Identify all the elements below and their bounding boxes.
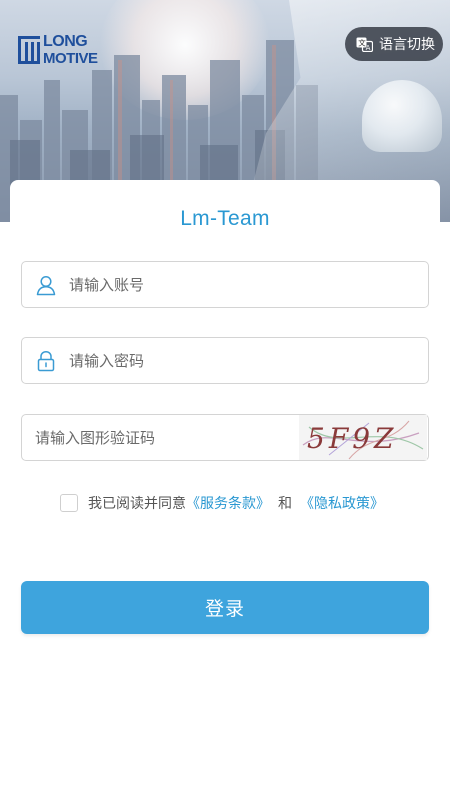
captcha-field: 5F9Z — [21, 414, 429, 461]
agreement-row: 我已阅读并同意 《服务条款》 和 《隐私政策》 — [60, 493, 384, 513]
agreement-connector: 和 — [278, 496, 292, 512]
language-switch-button[interactable]: 文 A 语言切换 — [345, 27, 443, 61]
account-field — [21, 261, 429, 308]
agreement-checkbox[interactable] — [60, 494, 78, 512]
logo-text-line1: LONG — [43, 33, 88, 50]
password-field — [21, 337, 429, 384]
lock-icon — [37, 350, 55, 371]
logo-mark-icon — [18, 36, 40, 64]
account-input[interactable] — [69, 262, 428, 307]
captcha-code: 5F9Z — [307, 422, 398, 455]
terms-of-service-link[interactable]: 《服务条款》 — [186, 493, 270, 513]
login-button[interactable]: 登录 — [21, 581, 429, 634]
language-switch-label: 语言切换 — [379, 37, 435, 53]
captcha-input[interactable] — [22, 415, 299, 460]
user-icon — [36, 275, 56, 295]
captcha-image[interactable]: 5F9Z — [299, 415, 427, 460]
translate-icon: 文 A — [356, 37, 373, 52]
privacy-policy-link[interactable]: 《隐私政策》 — [300, 493, 384, 513]
company-logo: LONG MOTIVE — [18, 34, 104, 68]
password-input[interactable] — [69, 338, 428, 383]
logo-text-line2: MOTIVE — [43, 50, 98, 67]
hard-hat-image — [362, 80, 442, 152]
login-title: Lm-Team — [180, 207, 270, 230]
agreement-text: 我已阅读并同意 — [88, 496, 186, 512]
svg-text:A: A — [366, 43, 371, 51]
